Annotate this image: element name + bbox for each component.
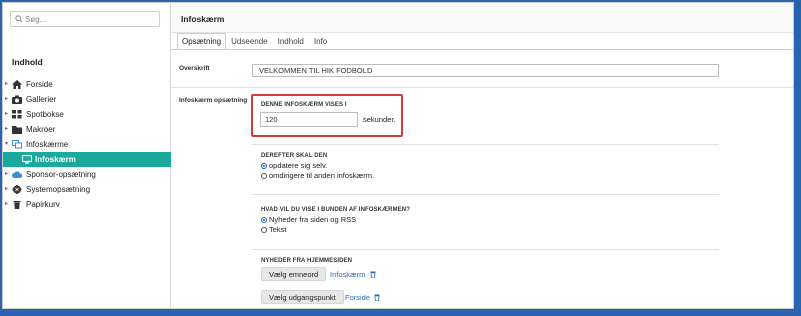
radio-option-text[interactable]: Tekst — [261, 225, 287, 235]
tree-item-infoskaerm[interactable]: Infoskærm — [3, 152, 171, 167]
search-input[interactable] — [25, 13, 155, 25]
duration-heading: DENNE INFOSKÆRM VISES I — [261, 102, 347, 108]
topic-link[interactable]: Infoskærm — [330, 270, 376, 279]
divider — [252, 249, 719, 250]
radio-button[interactable] — [261, 173, 267, 179]
tree-item-gallerier[interactable]: ▸ Gallerier — [3, 92, 171, 107]
duration-input[interactable] — [260, 112, 358, 127]
expand-arrow-icon[interactable]: ▸ — [5, 167, 11, 182]
trash-icon[interactable] — [370, 271, 376, 278]
tree-item-papirkurv[interactable]: ▸ Papirkurv — [3, 197, 171, 212]
page-title: Infoskærm — [181, 14, 225, 24]
expand-arrow-icon[interactable]: ▸ — [5, 182, 11, 197]
tab-indhold[interactable]: Indhold — [273, 33, 309, 50]
radio-label: opdatere sig selv. — [269, 161, 328, 170]
divider — [171, 87, 793, 88]
expand-arrow-icon[interactable]: ▸ — [5, 107, 11, 122]
radio-label: Nyheder fra siden og RSS — [269, 215, 357, 224]
tab-udseende[interactable]: Udseende — [226, 33, 272, 50]
radio-option-redirect[interactable]: omdirigere til anden infoskærm. — [261, 171, 374, 181]
expand-arrow-icon[interactable]: ▸ — [5, 77, 11, 92]
header-bar: Infoskærm — [171, 3, 793, 33]
gear-icon — [12, 185, 22, 194]
radio-option-update[interactable]: opdatere sig selv. — [261, 161, 327, 171]
trash-icon — [13, 201, 21, 209]
heading-label: Overskrift — [179, 65, 210, 72]
bottom-heading: HVAD VIL DU VISE I BUNDEN AF INFOSKÆRMEN… — [261, 207, 410, 213]
camera-icon — [12, 95, 22, 104]
folder-icon — [12, 126, 22, 134]
divider — [252, 144, 719, 145]
search-box[interactable] — [10, 11, 160, 27]
sidebar: Indhold ▸ Forside ▸ Gallerier ▸ Spotboks… — [3, 3, 171, 308]
radio-option-news[interactable]: Nyheder fra siden og RSS — [261, 215, 356, 225]
tab-divider — [171, 49, 793, 50]
heading-input[interactable] — [252, 64, 719, 77]
expand-arrow-icon[interactable]: ▸ — [5, 122, 11, 137]
tree-item-forside[interactable]: ▸ Forside — [3, 77, 171, 92]
radio-button-selected[interactable] — [261, 163, 267, 169]
tree-item-label: Infoskærme — [26, 140, 69, 149]
start-link[interactable]: Forside — [345, 293, 380, 302]
radio-label: omdirigere til anden infoskærm. — [269, 171, 375, 180]
topic-link-label[interactable]: Infoskærm — [330, 270, 365, 279]
tree-item-systemopsaetning[interactable]: ▸ Systemopsætning — [3, 182, 171, 197]
search-icon — [15, 15, 23, 23]
trash-icon[interactable] — [374, 294, 380, 301]
expand-arrow-icon[interactable]: ▸ — [5, 197, 11, 212]
choose-topic-button[interactable]: Vælg emneord — [261, 267, 327, 281]
app-window: Indhold ▸ Forside ▸ Gallerier ▸ Spotboks… — [2, 2, 794, 309]
radio-label: Tekst — [269, 225, 287, 234]
tab-info[interactable]: Info — [309, 33, 332, 50]
home-icon — [12, 80, 22, 89]
screens-icon — [12, 140, 22, 149]
radio-button-selected[interactable] — [261, 217, 267, 223]
tree-item-label: Papirkurv — [26, 200, 60, 209]
radio-button[interactable] — [261, 227, 267, 233]
tree-item-label: Forside — [26, 80, 53, 89]
after-heading: DEREFTER SKAL DEN — [261, 153, 328, 159]
tree-item-spotbokse[interactable]: ▸ Spotbokse — [3, 107, 171, 122]
tree-item-label: Gallerier — [26, 95, 57, 104]
tree-item-makroer[interactable]: ▸ Makroer — [3, 122, 171, 137]
duration-unit: sekunder. — [363, 115, 396, 124]
setup-label: Infoskærm opsætning — [179, 97, 248, 104]
news-heading: NYHEDER FRA HJEMMESIDEN — [261, 258, 353, 264]
sidebar-title: Indhold — [12, 57, 43, 67]
tree-item-label: Spotbokse — [26, 110, 64, 119]
tab-bar: Opsætning Udseende Indhold Info — [177, 33, 332, 50]
tab-opsaetning[interactable]: Opsætning — [177, 33, 227, 50]
main-panel: Infoskærm Opsætning Udseende Indhold Inf… — [171, 3, 793, 308]
tree-item-infoskaerme[interactable]: ▾ Infoskærme — [3, 137, 171, 152]
tree-item-label: Infoskærm — [35, 155, 76, 164]
tree-item-label: Sponsor-opsætning — [26, 170, 96, 179]
monitor-icon — [22, 155, 32, 164]
expand-arrow-icon[interactable]: ▸ — [5, 92, 11, 107]
choose-start-button[interactable]: Vælg udgangspunkt — [261, 290, 344, 304]
cloud-icon — [12, 171, 22, 178]
tree-item-sponsor[interactable]: ▸ Sponsor-opsætning — [3, 167, 171, 182]
grid-icon — [12, 110, 22, 119]
content-tree: ▸ Forside ▸ Gallerier ▸ Spotbokse ▸ Makr… — [3, 77, 171, 212]
tree-item-label: Systemopsætning — [26, 185, 91, 194]
tree-item-label: Makroer — [26, 125, 56, 134]
start-link-label[interactable]: Forside — [345, 293, 370, 302]
divider — [252, 194, 719, 195]
collapse-arrow-icon[interactable]: ▾ — [5, 137, 11, 152]
